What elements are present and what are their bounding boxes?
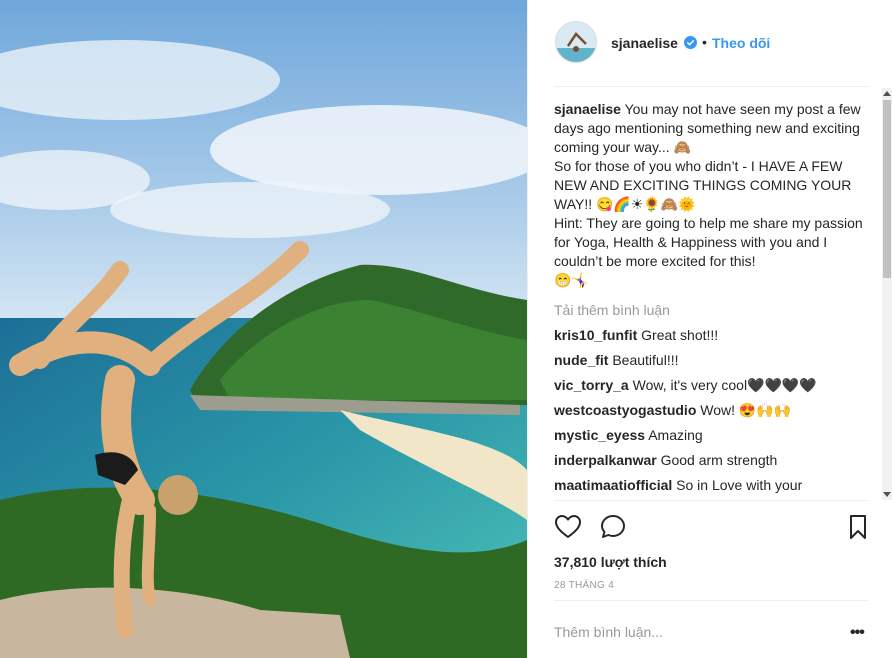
comment-text: Amazing [648,427,703,443]
comment-item: vic_torry_a Wow, it's very cool🖤🖤🖤🖤 [554,376,878,395]
comment-item: kris10_funfit Great shot!!! [554,326,878,345]
avatar[interactable] [555,21,597,63]
comment-item: inderpalkanwar Good arm strength [554,451,878,470]
comment-icon[interactable] [599,513,627,541]
comments-list: sjanaelise You may not have seen my post… [554,100,878,498]
comment-username[interactable]: westcoastyogastudio [554,402,696,418]
scroll-down-arrow-icon[interactable] [883,492,891,497]
more-options-icon[interactable]: ••• [850,624,865,642]
comment-text: Good arm strength [660,452,778,468]
heart-icon[interactable] [554,513,582,541]
post-sidebar: sjanaelise • Theo dõi sjanaelise You may… [527,0,892,658]
instagram-post: sjanaelise • Theo dõi sjanaelise You may… [0,0,892,658]
comments-scrollbar[interactable] [882,88,892,500]
separator-dot: • [702,34,707,50]
yoga-beach-photo [0,0,527,658]
comment-text: Beautiful!!! [612,352,679,368]
comment-divider [554,600,869,601]
comment-text: Wow, it's very cool🖤🖤🖤🖤 [632,377,817,393]
comment-username[interactable]: kris10_funfit [554,327,637,343]
comment-text: Great shot!!! [641,327,719,343]
comment-item: nude_fit Beautiful!!! [554,351,878,370]
avatar-image [556,22,596,62]
post-photo[interactable] [0,0,527,658]
actions-divider [554,500,869,501]
comment-username[interactable]: inderpalkanwar [554,452,657,468]
comment-text: So in Love with your [676,477,803,493]
comment-username[interactable]: mystic_eyess [554,427,645,443]
add-comment-input[interactable]: Thêm bình luận... [554,624,663,640]
header-divider [554,86,869,87]
load-more-comments-button[interactable]: Tải thêm bình luận [554,301,878,320]
caption-username[interactable]: sjanaelise [554,101,621,117]
comment-username[interactable]: maatimaatiofficial [554,477,672,493]
bookmark-icon[interactable] [844,513,872,541]
post-date[interactable]: 28 THÁNG 4 [554,580,614,591]
verified-badge-icon [684,36,697,49]
comment-username[interactable]: nude_fit [554,352,608,368]
scroll-up-arrow-icon[interactable] [883,91,891,96]
comment-item: maatimaatiofficial So in Love with your [554,476,878,495]
post-header: sjanaelise • Theo dõi [528,0,892,86]
action-bar [554,513,869,543]
post-caption: sjanaelise You may not have seen my post… [554,100,878,290]
scrollbar-thumb[interactable] [883,100,891,278]
caption-text: You may not have seen my post a few days… [554,101,863,288]
comment-item: westcoastyogastudio Wow! 😍🙌🙌 [554,401,878,420]
header-username[interactable]: sjanaelise [611,35,678,51]
comment-username[interactable]: vic_torry_a [554,377,629,393]
likes-count[interactable]: 37,810 lượt thích [554,554,667,570]
comment-text: Wow! 😍🙌🙌 [700,402,792,418]
comment-item: mystic_eyess Amazing [554,426,878,445]
follow-button[interactable]: Theo dõi [712,35,770,51]
